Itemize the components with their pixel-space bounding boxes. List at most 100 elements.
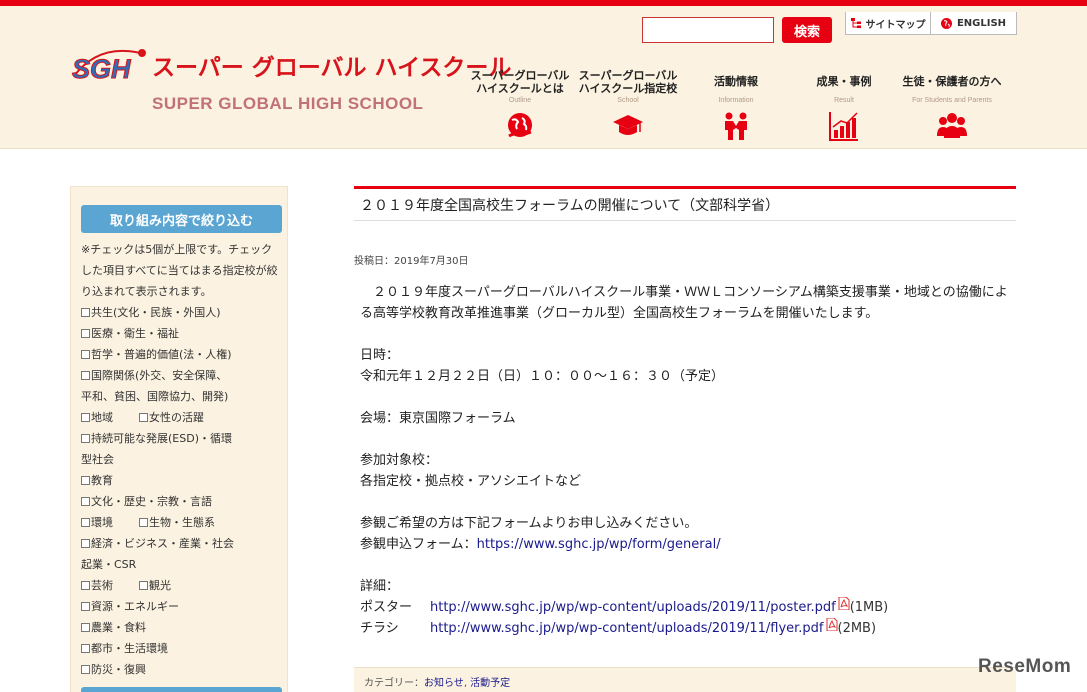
pdf-icon [826,618,837,631]
apply-form-link[interactable]: https://www.sghc.jp/wp/form/general/ [477,537,721,552]
target-value: 各指定校・拠点校・アソシエイトなど [360,474,582,489]
filter-by-activity-button[interactable]: 取り組み内容で絞り込む [81,205,282,233]
globe-hand-icon [508,113,532,138]
nav-students-parents-sub: For Students and Parents [912,97,992,104]
checkbox-international-relations[interactable]: 国際関係(外交、安全保障、 [81,365,227,386]
checkbox-box[interactable] [139,413,148,422]
sitemap-label: サイトマップ [865,19,926,31]
sidebar-filter: 取り組み内容で絞り込む ※チェックは5個が上限です。チェックした項目すべてに当て… [70,186,288,692]
checkbox-box[interactable] [81,371,90,380]
nav-school-sub: School [617,97,639,104]
checkbox-medical[interactable]: 医療・衛生・福祉 [81,323,179,344]
category-bar: カテゴリー：お知らせ, 活動予定 [354,667,1016,692]
checkbox-region[interactable]: 地域 [81,407,113,428]
checkbox-box[interactable] [81,413,90,422]
datetime-label: 日時： [360,348,400,363]
checkbox-ecology[interactable]: 生物・生態系 [139,512,215,533]
category-label: カテゴリー： [364,678,424,689]
target-block: 参加対象校： 各指定校・拠点校・アソシエイトなど [360,450,1010,492]
checkbox-label-continued: 起業・CSR [81,558,137,571]
checkbox-education[interactable]: 教育 [81,470,113,491]
checkbox-box[interactable] [139,581,148,590]
sidebar-submit-button[interactable] [81,687,282,692]
checkbox-energy[interactable]: 資源・エネルギー [81,596,179,617]
checkbox-box[interactable] [81,350,90,359]
poster-size: (1MB) [849,600,889,615]
site-logo[interactable]: SGH スーパー グローバル ハイスクール SUPER GLOBAL HIGH … [70,46,511,126]
flyer-row: チラシ http://www.sghc.jp/wp/wp-content/upl… [360,618,1010,639]
poster-row: ポスター http://www.sghc.jp/wp/wp-content/up… [360,597,1010,618]
sitemap-icon [850,18,861,28]
details-label: 詳細： [360,579,400,594]
flyer-size: (2MB) [837,621,877,636]
nav-outline[interactable]: スーパーグローバル ハイスクールとは Outline [466,68,574,148]
checkbox-box[interactable] [81,476,90,485]
nav-outline-sub: Outline [508,97,532,104]
checkbox-box[interactable] [81,623,90,632]
nav-result-sub: Result [834,97,854,104]
apply-text: 参観ご希望の方は下記フォームよりお申し込みください。 [360,516,698,531]
checkbox-women[interactable]: 女性の活躍 [139,407,204,428]
nav-information-title: 活動情報 [714,75,758,88]
article-body: ２０１９年度スーパーグローバルハイスクール事業・ＷＷＬコンソーシアム構築支援事業… [360,282,1010,639]
logo-title-jp: スーパー グローバル ハイスクール [152,55,512,81]
logo-title-en: SUPER GLOBAL HIGH SCHOOL [152,94,424,113]
checkbox-box[interactable] [81,434,90,443]
nav-information-sub: Information [718,97,754,104]
datetime-block: 日時： 令和元年１２月２２日（日）１０：００〜１６：３０（予定） [360,345,1010,387]
search-button[interactable]: 検索 [782,17,832,43]
flyer-pdf-link[interactable]: http://www.sghc.jp/wp/wp-content/uploads… [430,618,824,639]
datetime-value: 令和元年１２月２２日（日）１０：００〜１６：３０（予定） [360,369,725,384]
poster-pdf-link[interactable]: http://www.sghc.jp/wp/wp-content/uploads… [430,597,836,618]
apply-label: 参観申込フォーム： [360,537,477,552]
checkbox-label-continued: 型社会 [81,453,114,466]
checkbox-box[interactable] [81,329,90,338]
post-date: 投稿日：2019年7月30日 [354,256,469,267]
nav-result-title: 成果・事例 [816,75,872,88]
checkbox-box[interactable] [81,308,90,317]
category-link-news[interactable]: お知らせ [424,678,464,689]
checkbox-disaster[interactable]: 防災・復興 [81,659,146,680]
resemom-watermark: ReseMom [978,656,1072,677]
checkbox-box[interactable] [81,602,90,611]
category-link-schedule[interactable]: 活動予定 [470,678,510,689]
checkbox-culture[interactable]: 文化・歴史・宗教・言語 [81,491,212,512]
site-header: SGH スーパー グローバル ハイスクール SUPER GLOBAL HIGH … [0,6,1087,149]
globe-icon [940,17,952,29]
nav-information[interactable]: 活動情報 Information [682,68,790,148]
details-block: 詳細： ポスター http://www.sghc.jp/wp/wp-conten… [360,576,1010,639]
svg-text:SGH: SGH [72,54,131,84]
nav-outline-title: スーパーグローバル ハイスクールとは [470,69,570,95]
checkbox-box[interactable] [81,581,90,590]
checkbox-agriculture[interactable]: 農業・食料 [81,617,146,638]
checkbox-sustainable[interactable]: 持続可能な発展(ESD)・循環 [81,428,232,449]
checkbox-urban[interactable]: 都市・生活環境 [81,638,168,659]
checkbox-coexistence[interactable]: 共生(文化・民族・外国人) [81,302,221,323]
people-hands-icon [725,112,747,140]
nav-result[interactable]: 成果・事例 Result [790,68,898,148]
article-title: ２０１９年度全国高校生フォーラムの開催について（文部科学省） [354,186,1016,221]
checkbox-box[interactable] [81,665,90,674]
bar-chart-icon [829,112,858,141]
checkbox-economy[interactable]: 経済・ビジネス・産業・社会 [81,533,234,554]
nav-school-title: スーパーグローバル ハイスクール指定校 [578,69,678,95]
checkbox-environment[interactable]: 環境 [81,512,113,533]
checkbox-box[interactable] [81,539,90,548]
venue: 会場：東京国際フォーラム [360,411,516,426]
search-input[interactable] [642,17,774,43]
sitemap-link[interactable]: サイトマップ [846,12,930,34]
flyer-label: チラシ [360,621,399,636]
checkbox-tourism[interactable]: 観光 [139,575,171,596]
checkbox-box[interactable] [81,497,90,506]
checkbox-philosophy[interactable]: 哲学・普遍的価値(法・人権) [81,344,232,365]
english-link[interactable]: ENGLISH [930,12,1016,34]
nav-school[interactable]: スーパーグローバル ハイスクール指定校 School [574,68,682,148]
checkbox-box[interactable] [139,518,148,527]
checkbox-box[interactable] [81,518,90,527]
main-nav: スーパーグローバル ハイスクールとは Outline スーパーグローバル ハイス… [466,68,1006,148]
nav-students-parents[interactable]: 生徒・保護者の方へ For Students and Parents [898,68,1006,148]
target-label: 参加対象校： [360,453,439,468]
filter-note: ※チェックは5個が上限です。チェックした項目すべてに当てはまる指定校が絞り込まれ… [81,243,278,298]
checkbox-arts[interactable]: 芸術 [81,575,113,596]
checkbox-box[interactable] [81,644,90,653]
